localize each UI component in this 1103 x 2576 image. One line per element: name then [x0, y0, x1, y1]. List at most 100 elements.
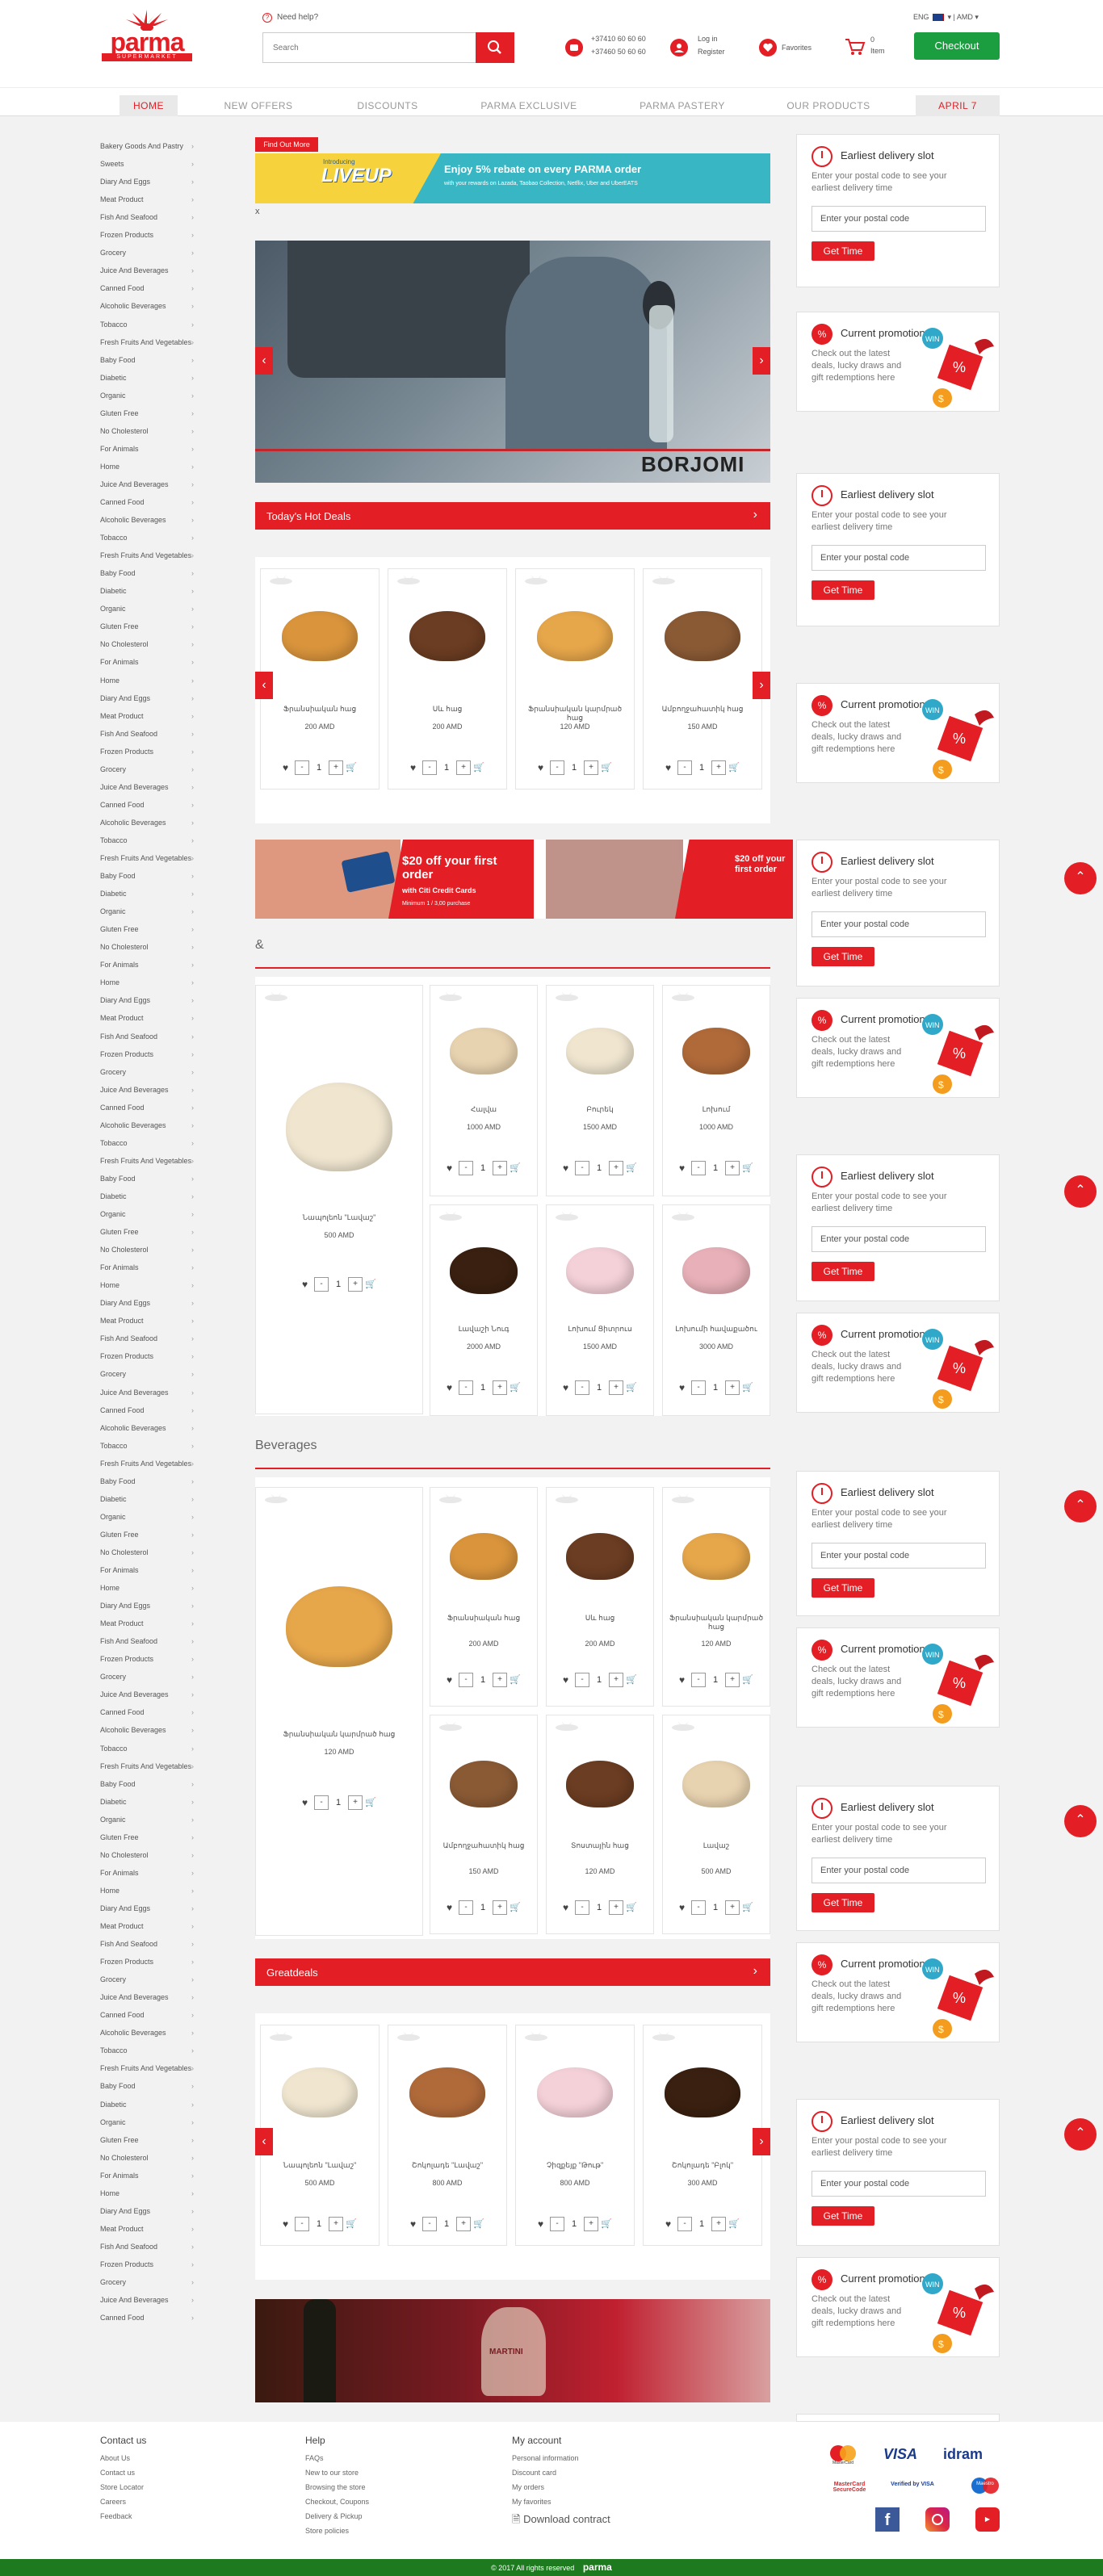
footer-link[interactable]: Store Locator — [100, 2480, 144, 2494]
sidebar-category-link[interactable]: Organic — [100, 1816, 194, 1824]
sidebar-category-link[interactable]: For Animals — [100, 2172, 194, 2180]
sidebar-category-link[interactable]: Meat Product — [100, 1619, 194, 1628]
sidebar-category-link[interactable]: Gluten Free — [100, 1833, 194, 1842]
sidebar-category-link[interactable]: Alcoholic Beverages — [100, 1424, 194, 1433]
heart-icon[interactable]: ♥ — [563, 1383, 572, 1393]
sidebar-category-link[interactable]: Baby Food — [100, 1780, 194, 1789]
search-input[interactable] — [263, 33, 473, 62]
decrement-button[interactable]: - — [691, 1380, 706, 1395]
sidebar-category-link[interactable]: Canned Food — [100, 1104, 194, 1112]
add-to-cart-icon[interactable]: 🛒 — [728, 2219, 740, 2229]
footer-link[interactable]: My orders — [512, 2480, 579, 2494]
scroll-top-button[interactable]: ⌃ — [1064, 1805, 1097, 1837]
sidebar-category-link[interactable]: Baby Food — [100, 2082, 194, 2091]
decrement-button[interactable]: - — [459, 1380, 473, 1395]
phone-2[interactable]: +37460 50 60 60 — [591, 45, 646, 58]
sidebar-category-link[interactable]: Gluten Free — [100, 1531, 194, 1539]
quantity-value[interactable]: 1 — [708, 1673, 723, 1687]
sidebar-category-link[interactable]: Frozen Products — [100, 2260, 194, 2269]
sidebar-category-link[interactable]: Fish And Seafood — [100, 1637, 194, 1646]
sidebar-category-link[interactable]: Meat Product — [100, 712, 194, 721]
sidebar-category-link[interactable]: Diabetic — [100, 374, 194, 383]
postal-code-input[interactable]: Enter your postal code — [812, 911, 986, 937]
product-image[interactable] — [682, 1247, 751, 1294]
liveup-banner[interactable]: Introducing LIVEUP Enjoy 5% rebate on ev… — [255, 153, 770, 203]
hero-next-arrow[interactable]: › — [753, 347, 770, 375]
heart-icon[interactable]: ♥ — [283, 763, 292, 773]
sidebar-category-link[interactable]: Canned Food — [100, 498, 194, 507]
sidebar-category-link[interactable]: Alcoholic Beverages — [100, 2029, 194, 2038]
footer-link[interactable]: Store policies — [305, 2524, 369, 2538]
product-name[interactable]: Լոխում — [666, 1105, 766, 1114]
product-name[interactable]: Ֆրանսիական հաց — [434, 1614, 534, 1623]
product-image[interactable] — [537, 2067, 613, 2117]
scroll-top-button[interactable]: ⌃ — [1064, 862, 1097, 894]
increment-button[interactable]: + — [725, 1161, 740, 1175]
sidebar-category-link[interactable]: No Cholesterol — [100, 2154, 194, 2163]
hero-prev-arrow[interactable]: ‹ — [255, 347, 273, 375]
product-image[interactable] — [286, 1083, 392, 1171]
product-card[interactable]: Հալվա 1000 AMD ♥ -1 + 🛒 — [430, 985, 538, 1196]
product-name[interactable]: Հալվա — [434, 1105, 534, 1114]
add-to-cart-icon[interactable]: 🛒 — [626, 1163, 637, 1173]
sidebar-category-link[interactable]: Juice And Beverages — [100, 783, 194, 792]
login-link[interactable]: Log in — [698, 32, 725, 45]
product-name[interactable]: Սև հաց — [550, 1614, 650, 1623]
product-card[interactable]: Ֆրանսիական հաց 200 AMD ♥ -1 + 🛒 — [430, 1487, 538, 1707]
sidebar-category-link[interactable]: Meat Product — [100, 2225, 194, 2234]
sidebar-category-link[interactable]: No Cholesterol — [100, 1246, 194, 1254]
increment-button[interactable]: + — [609, 1900, 623, 1915]
product-name[interactable]: Ֆրանսիական կարմրած հաց — [259, 1730, 419, 1739]
product-card[interactable]: Շոկոլադե "Լավաշ" 800 AMD ♥ -1 + 🛒 — [388, 2025, 507, 2246]
sidebar-category-link[interactable]: Frozen Products — [100, 1050, 194, 1059]
add-to-cart-icon[interactable]: 🛒 — [510, 1675, 521, 1685]
nav-home[interactable]: HOME — [120, 95, 178, 116]
add-to-cart-icon[interactable]: 🛒 — [346, 763, 357, 773]
product-name[interactable]: Ֆրանսիական կարմրած հաց — [666, 1614, 766, 1631]
quantity-value[interactable]: 1 — [592, 1161, 606, 1175]
decrement-button[interactable]: - — [459, 1161, 473, 1175]
product-image[interactable] — [665, 2067, 740, 2117]
product-image[interactable] — [449, 1028, 518, 1074]
scroll-top-button[interactable]: ⌃ — [1064, 2118, 1097, 2151]
footer-link[interactable]: Delivery & Pickup — [305, 2509, 369, 2524]
product-image[interactable] — [682, 1028, 751, 1074]
heart-icon[interactable]: ♥ — [302, 1798, 312, 1807]
footer-link[interactable]: Personal information — [512, 2451, 579, 2465]
add-to-cart-icon[interactable]: 🛒 — [742, 1163, 753, 1173]
footer-link[interactable]: Checkout, Coupons — [305, 2494, 369, 2509]
sidebar-category-link[interactable]: For Animals — [100, 445, 194, 454]
sidebar-category-link[interactable]: No Cholesterol — [100, 640, 194, 649]
product-name[interactable]: Նապոլեոն "Լավաշ" — [264, 2161, 375, 2170]
greatdeals-bar[interactable]: Greatdeals › — [255, 1958, 770, 1986]
close-x[interactable]: x — [255, 207, 260, 216]
heart-icon[interactable]: ♥ — [447, 1675, 456, 1685]
increment-button[interactable]: + — [584, 2217, 598, 2231]
footer-link[interactable]: Contact us — [100, 2465, 144, 2480]
sidebar-category-link[interactable]: Alcoholic Beverages — [100, 1726, 194, 1735]
parma-logo[interactable]: parma SUPERMARKET — [99, 8, 195, 61]
sidebar-category-link[interactable]: Fresh Fruits And Vegetables — [100, 1157, 194, 1166]
sidebar-category-link[interactable]: No Cholesterol — [100, 1851, 194, 1860]
product-name[interactable]: Լոխում Ցիտրուս — [550, 1325, 650, 1334]
product-image[interactable] — [682, 1761, 751, 1807]
product-card[interactable]: Լավաշի Նուգ 2000 AMD ♥ -1 + 🛒 — [430, 1204, 538, 1416]
increment-button[interactable]: + — [493, 1380, 507, 1395]
postal-code-input[interactable]: Enter your postal code — [812, 2171, 986, 2197]
product-image[interactable] — [282, 2067, 358, 2117]
sidebar-category-link[interactable]: Canned Food — [100, 1406, 194, 1415]
decrement-button[interactable]: - — [422, 760, 437, 775]
sidebar-category-link[interactable]: Canned Food — [100, 1708, 194, 1717]
product-image[interactable] — [449, 1533, 518, 1580]
quantity-value[interactable]: 1 — [476, 1673, 490, 1687]
hero-slider[interactable]: BORJOMI — [255, 241, 770, 483]
sidebar-category-link[interactable]: Fish And Seafood — [100, 1334, 194, 1343]
decrement-button[interactable]: - — [550, 760, 564, 775]
sidebar-category-link[interactable]: Grocery — [100, 1370, 194, 1379]
product-name[interactable]: Լոխումի հավաքածու — [666, 1325, 766, 1334]
decrement-button[interactable]: - — [677, 2217, 692, 2231]
get-time-button[interactable]: Get Time — [812, 1893, 874, 1912]
sidebar-category-link[interactable]: Home — [100, 676, 194, 685]
sidebar-category-link[interactable]: Juice And Beverages — [100, 2296, 194, 2305]
heart-icon[interactable]: ♥ — [410, 763, 420, 773]
